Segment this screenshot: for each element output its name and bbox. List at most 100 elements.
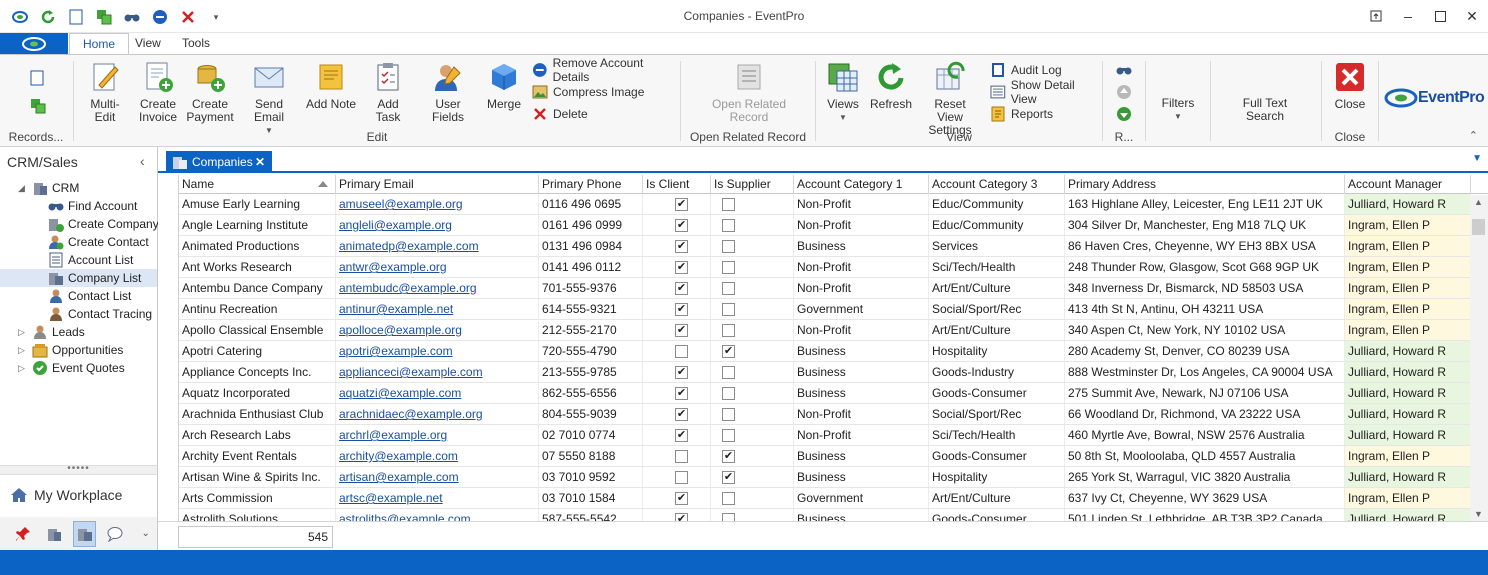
cell-email[interactable]: antembudc@example.org (336, 278, 539, 298)
user-fields-button[interactable]: User Fields (420, 61, 476, 124)
checkbox[interactable] (722, 303, 735, 316)
checkbox[interactable]: ✔ (675, 387, 688, 400)
table-row[interactable]: Amuse Early Learning amuseel@example.org 0… (179, 194, 1471, 215)
close-window-button[interactable]: ✕ (1456, 0, 1488, 32)
checkbox[interactable]: ✔ (675, 492, 688, 505)
cell-email[interactable]: archity@example.com (336, 446, 539, 466)
filters-button[interactable]: Filters ▼ (1152, 97, 1204, 123)
table-row[interactable]: Arachnida Enthusiast Club arachnidaec@exa… (179, 404, 1471, 425)
table-row[interactable]: Ant Works Research antwr@example.org 0141 … (179, 257, 1471, 278)
checkbox[interactable] (722, 282, 735, 295)
cell-email[interactable]: applianceci@example.com (336, 362, 539, 382)
tab-view[interactable]: View (122, 33, 174, 54)
cell-email[interactable]: artisan@example.com (336, 467, 539, 487)
checkbox[interactable] (722, 198, 735, 211)
cell-email[interactable]: arachnidaec@example.org (336, 404, 539, 424)
table-row[interactable]: Antinu Recreation antinur@example.net 614-… (179, 299, 1471, 320)
checkbox[interactable] (722, 324, 735, 337)
tree-node-crm[interactable]: ◢ CRM (18, 179, 79, 197)
checkbox[interactable]: ✔ (675, 282, 688, 295)
tree-item-contact-tracing[interactable]: Contact Tracing (48, 305, 152, 323)
table-row[interactable]: Antembu Dance Company antembudc@example.o… (179, 278, 1471, 299)
pin-button[interactable] (12, 521, 35, 547)
column-header-account-category-3[interactable]: Account Category 3 (929, 175, 1065, 194)
cell-email[interactable]: astroliths@example.com (336, 509, 539, 521)
checkbox[interactable]: ✔ (675, 513, 688, 521)
create-payment-button[interactable]: Create Payment (186, 61, 234, 124)
cell-email[interactable]: animatedp@example.com (336, 236, 539, 256)
column-header-primary-address[interactable]: Primary Address (1065, 175, 1345, 194)
audit-log-button[interactable]: Audit Log (990, 61, 1062, 79)
table-row[interactable]: Appliance Concepts Inc. applianceci@examp… (179, 362, 1471, 383)
move-up-button[interactable] (1116, 83, 1137, 101)
checkbox[interactable] (722, 261, 735, 274)
tree-item-create-company[interactable]: Create Company (48, 215, 159, 233)
open-related-record-button[interactable]: Open Related Record (709, 61, 789, 124)
checkbox[interactable]: ✔ (675, 366, 688, 379)
checkbox[interactable] (722, 513, 735, 521)
add-note-button[interactable]: Add Note (304, 61, 358, 111)
vertical-scrollbar[interactable]: ▲ ▼ (1470, 195, 1488, 521)
delete-button[interactable]: Delete (532, 105, 588, 123)
remove-account-details-button[interactable]: Remove Account Details (532, 56, 680, 84)
tree-node-event-quotes[interactable]: ▷ Event Quotes (18, 359, 125, 377)
table-row[interactable]: Arts Commission artsc@example.net 03 7010 … (179, 488, 1471, 509)
tab-tools[interactable]: Tools (169, 33, 223, 54)
tab-companies[interactable]: Companies ✕ (166, 151, 272, 173)
expand-triangle-icon[interactable]: ▷ (18, 363, 28, 374)
multi-edit-button[interactable]: Multi-Edit (82, 61, 128, 124)
scroll-down-icon[interactable]: ▼ (1474, 509, 1483, 519)
cell-email[interactable]: artsc@example.net (336, 488, 539, 508)
checkbox[interactable] (675, 450, 688, 463)
checkbox[interactable] (722, 492, 735, 505)
column-header-is-client[interactable]: Is Client (643, 175, 711, 194)
expand-triangle-icon[interactable]: ▷ (18, 327, 28, 338)
show-detail-view-button[interactable]: Show Detail View (990, 78, 1102, 106)
cell-email[interactable]: antinur@example.net (336, 299, 539, 319)
move-down-button[interactable] (1116, 105, 1137, 123)
checkbox[interactable]: ✔ (675, 198, 688, 211)
new-record-button[interactable] (30, 69, 51, 87)
refresh-button[interactable]: Refresh (868, 61, 914, 111)
reset-view-settings-button[interactable]: Reset View Settings (920, 61, 980, 137)
panel-splitter[interactable]: ••••• (0, 464, 157, 475)
checkbox[interactable]: ✔ (675, 261, 688, 274)
more-shortcuts-chevron-icon[interactable]: ⌄ (134, 521, 157, 547)
checkbox[interactable] (722, 240, 735, 253)
full-text-search-button[interactable]: Full Text Search (1229, 97, 1301, 123)
add-task-button[interactable]: Add Task (364, 61, 412, 124)
checkbox[interactable] (722, 387, 735, 400)
cell-email[interactable]: apotri@example.com (336, 341, 539, 361)
expand-triangle-icon[interactable]: ▷ (18, 345, 28, 356)
tree-node-leads[interactable]: ▷ Leads (18, 323, 85, 341)
column-header-account-category-1[interactable]: Account Category 1 (794, 175, 929, 194)
collapse-triangle-icon[interactable]: ◢ (18, 183, 28, 194)
checkbox[interactable]: ✔ (675, 324, 688, 337)
checkbox[interactable] (722, 366, 735, 379)
checkbox[interactable] (722, 429, 735, 442)
close-tab-icon[interactable]: ✕ (255, 155, 265, 169)
checkbox[interactable]: ✔ (675, 219, 688, 232)
column-header-primary-phone[interactable]: Primary Phone (539, 175, 643, 194)
table-row[interactable]: Angle Learning Institute angleli@example.… (179, 215, 1471, 236)
cell-email[interactable]: angleli@example.org (336, 215, 539, 235)
checkbox[interactable] (675, 345, 688, 358)
checkbox[interactable]: ✔ (675, 429, 688, 442)
views-button[interactable]: Views ▼ (826, 61, 860, 124)
table-row[interactable]: Animated Productions animatedp@example.co… (179, 236, 1471, 257)
cell-email[interactable]: aquatzi@example.com (336, 383, 539, 403)
tree-item-account-list[interactable]: Account List (48, 251, 133, 269)
table-row[interactable]: Artisan Wine & Spirits Inc. artisan@examp… (179, 467, 1471, 488)
table-row[interactable]: Apollo Classical Ensemble apolloce@exampl… (179, 320, 1471, 341)
checkbox[interactable]: ✔ (675, 303, 688, 316)
reports-button[interactable]: Reports (990, 105, 1053, 123)
column-header-primary-email[interactable]: Primary Email (336, 175, 539, 194)
table-row[interactable]: Apotri Catering apotri@example.com 720-555… (179, 341, 1471, 362)
tree-item-company-list[interactable]: Company List (0, 269, 157, 287)
column-header-is-supplier[interactable]: Is Supplier (711, 175, 794, 194)
tree-item-create-contact[interactable]: Create Contact (48, 233, 149, 251)
tab-home[interactable]: Home (69, 33, 130, 54)
scroll-thumb[interactable] (1472, 219, 1485, 235)
scroll-up-icon[interactable]: ▲ (1474, 197, 1483, 207)
cell-email[interactable]: antwr@example.org (336, 257, 539, 277)
